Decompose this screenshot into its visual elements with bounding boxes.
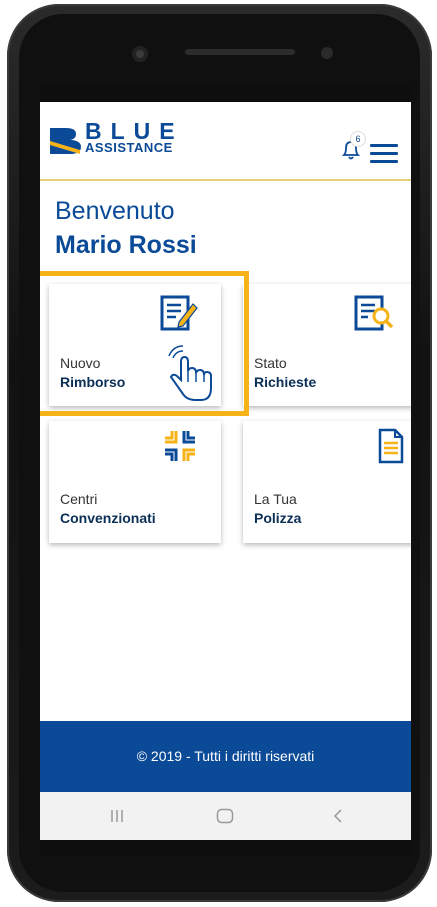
notification-badge: 6: [351, 132, 365, 146]
medical-cross-icon: [165, 431, 195, 461]
status-bar: [40, 84, 411, 102]
tile-nuovo-rimborso[interactable]: Nuovo Rimborso: [49, 284, 221, 406]
blue-assistance-logo-icon: [50, 128, 81, 154]
front-camera: [132, 46, 148, 62]
tile-label-line1: Stato: [254, 355, 287, 371]
phone-frame: BLUE ASSISTANCE 6 Benvenuto Mario Rossi …: [7, 4, 432, 902]
tile-label-line1: Nuovo: [60, 355, 101, 371]
earpiece-speaker: [185, 49, 295, 55]
bottom-bezel-strip: [40, 840, 411, 855]
logo-subtitle: ASSISTANCE: [85, 140, 173, 155]
app-screen: BLUE ASSISTANCE 6 Benvenuto Mario Rossi …: [40, 84, 411, 855]
logo-wordmark: BLUE: [85, 118, 184, 144]
hamburger-menu-icon[interactable]: [370, 144, 398, 164]
search-document-icon: [354, 295, 394, 331]
tile-label-line1: Centri: [60, 491, 98, 507]
user-name: Mario Rossi: [55, 231, 197, 259]
app-header: BLUE ASSISTANCE 6: [40, 102, 411, 181]
footer-copyright: © 2019 - Tutti i diritti riservati: [40, 721, 411, 792]
tile-label-line2: Convenzionati: [60, 510, 156, 526]
back-button[interactable]: [308, 792, 368, 840]
home-icon: [216, 808, 234, 824]
recent-apps-icon: [111, 810, 123, 822]
tile-label-line2: Richieste: [254, 374, 317, 390]
tile-centri-convenzionati[interactable]: Centri Convenzionati: [49, 421, 221, 543]
home-button[interactable]: [195, 792, 255, 840]
recent-apps-button[interactable]: [87, 792, 147, 840]
tile-label-line1: La Tua: [254, 491, 297, 507]
tile-la-tua-polizza[interactable]: La Tua Polizza: [243, 421, 411, 543]
tap-hand-icon: [168, 345, 212, 401]
edit-document-icon: [160, 295, 198, 331]
tile-label-line2: Polizza: [254, 510, 302, 526]
android-nav-bar: [40, 792, 411, 840]
tile-label-line2: Rimborso: [60, 374, 126, 390]
tile-stato-richieste[interactable]: Stato Richieste: [243, 284, 411, 406]
welcome-greeting: Benvenuto: [55, 197, 175, 225]
policy-document-icon: [378, 428, 404, 464]
back-chevron-icon: [333, 809, 342, 823]
proximity-sensor: [321, 47, 333, 59]
